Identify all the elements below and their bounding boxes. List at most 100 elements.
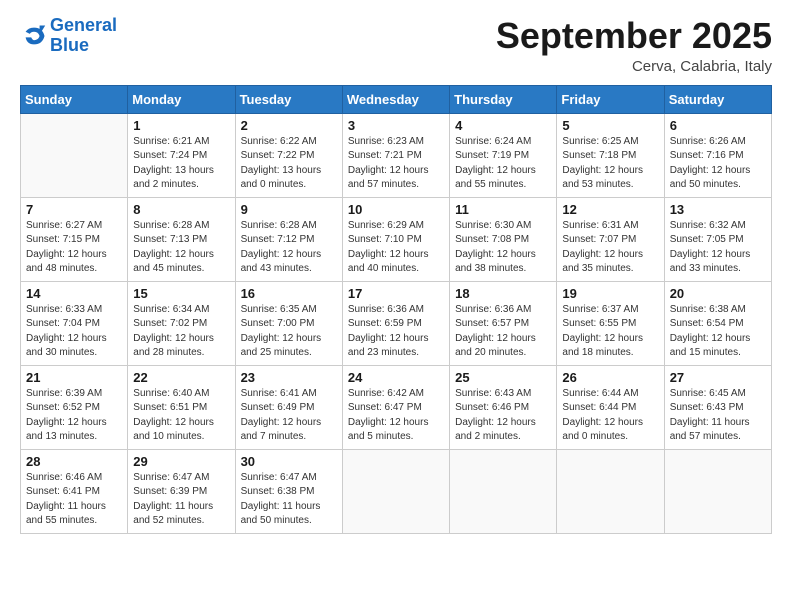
calendar-cell: 15 Sunrise: 6:34 AM Sunset: 7:02 PM Dayli… (128, 281, 235, 365)
calendar-table: SundayMondayTuesdayWednesdayThursdayFrid… (20, 85, 772, 534)
week-row-3: 21 Sunrise: 6:39 AM Sunset: 6:52 PM Dayli… (21, 365, 772, 449)
day-header-friday: Friday (557, 85, 664, 113)
day-info: Sunrise: 6:28 AM Sunset: 7:13 PM Dayligh… (133, 219, 229, 277)
calendar-cell: 24 Sunrise: 6:42 AM Sunset: 6:47 PM Dayli… (342, 365, 449, 449)
day-info: Sunrise: 6:32 AM Sunset: 7:05 PM Dayligh… (670, 219, 766, 277)
day-header-sunday: Sunday (21, 85, 128, 113)
day-info: Sunrise: 6:39 AM Sunset: 6:52 PM Dayligh… (26, 387, 122, 445)
day-info: Sunrise: 6:42 AM Sunset: 6:47 PM Dayligh… (348, 387, 444, 445)
day-info: Sunrise: 6:21 AM Sunset: 7:24 PM Dayligh… (133, 135, 229, 193)
logo: General Blue (20, 16, 117, 56)
day-number: 6 (670, 118, 766, 133)
day-number: 3 (348, 118, 444, 133)
calendar-cell: 7Sunrise: 6:27 AM Sunset: 7:15 PM Daylig… (21, 197, 128, 281)
logo-blue: Blue (50, 35, 89, 55)
day-info: Sunrise: 6:45 AM Sunset: 6:43 PM Dayligh… (670, 387, 766, 445)
calendar-cell: 23 Sunrise: 6:41 AM Sunset: 6:49 PM Dayli… (235, 365, 342, 449)
day-header-thursday: Thursday (450, 85, 557, 113)
day-number: 22 (133, 370, 229, 385)
calendar-cell: 28 Sunrise: 6:46 AM Sunset: 6:41 PM Dayli… (21, 449, 128, 533)
calendar-cell: 8Sunrise: 6:28 AM Sunset: 7:13 PM Daylig… (128, 197, 235, 281)
calendar-cell (557, 449, 664, 533)
calendar-cell: 26Sunrise: 6:44 AM Sunset: 6:44 PM Dayli… (557, 365, 664, 449)
day-info: Sunrise: 6:36 AM Sunset: 6:59 PM Dayligh… (348, 303, 444, 361)
title-block: September 2025 Cerva, Calabria, Italy (496, 16, 772, 75)
calendar-cell: 30 Sunrise: 6:47 AM Sunset: 6:38 PM Dayli… (235, 449, 342, 533)
day-number: 16 (241, 286, 337, 301)
day-info: Sunrise: 6:25 AM Sunset: 7:18 PM Dayligh… (562, 135, 658, 193)
calendar-cell: 18 Sunrise: 6:36 AM Sunset: 6:57 PM Dayli… (450, 281, 557, 365)
day-number: 30 (241, 454, 337, 469)
calendar-cell: 17 Sunrise: 6:36 AM Sunset: 6:59 PM Dayli… (342, 281, 449, 365)
calendar-cell: 25Sunrise: 6:43 AM Sunset: 6:46 PM Dayli… (450, 365, 557, 449)
day-info: Sunrise: 6:47 AM Sunset: 6:38 PM Dayligh… (241, 471, 337, 529)
month-title: September 2025 (496, 16, 772, 56)
day-number: 2 (241, 118, 337, 133)
day-header-monday: Monday (128, 85, 235, 113)
day-number: 5 (562, 118, 658, 133)
location: Cerva, Calabria, Italy (496, 58, 772, 75)
week-row-2: 14Sunrise: 6:33 AM Sunset: 7:04 PM Dayli… (21, 281, 772, 365)
day-info: Sunrise: 6:26 AM Sunset: 7:16 PM Dayligh… (670, 135, 766, 193)
week-row-0: 1Sunrise: 6:21 AM Sunset: 7:24 PM Daylig… (21, 113, 772, 197)
day-info: Sunrise: 6:30 AM Sunset: 7:08 PM Dayligh… (455, 219, 551, 277)
day-info: Sunrise: 6:23 AM Sunset: 7:21 PM Dayligh… (348, 135, 444, 193)
calendar-cell: 10 Sunrise: 6:29 AM Sunset: 7:10 PM Dayli… (342, 197, 449, 281)
logo-icon (20, 22, 48, 50)
day-number: 24 (348, 370, 444, 385)
week-row-1: 7Sunrise: 6:27 AM Sunset: 7:15 PM Daylig… (21, 197, 772, 281)
day-info: Sunrise: 6:28 AM Sunset: 7:12 PM Dayligh… (241, 219, 337, 277)
day-number: 10 (348, 202, 444, 217)
calendar-cell: 9Sunrise: 6:28 AM Sunset: 7:12 PM Daylig… (235, 197, 342, 281)
day-number: 14 (26, 286, 122, 301)
day-info: Sunrise: 6:31 AM Sunset: 7:07 PM Dayligh… (562, 219, 658, 277)
day-number: 21 (26, 370, 122, 385)
day-number: 20 (670, 286, 766, 301)
calendar-cell: 3 Sunrise: 6:23 AM Sunset: 7:21 PM Daylig… (342, 113, 449, 197)
day-number: 12 (562, 202, 658, 217)
calendar-cell: 16 Sunrise: 6:35 AM Sunset: 7:00 PM Dayli… (235, 281, 342, 365)
calendar-header-row: SundayMondayTuesdayWednesdayThursdayFrid… (21, 85, 772, 113)
day-number: 23 (241, 370, 337, 385)
calendar-cell: 14Sunrise: 6:33 AM Sunset: 7:04 PM Dayli… (21, 281, 128, 365)
calendar-cell: 12 Sunrise: 6:31 AM Sunset: 7:07 PM Dayli… (557, 197, 664, 281)
page: General Blue September 2025 Cerva, Calab… (0, 0, 792, 612)
day-number: 19 (562, 286, 658, 301)
day-info: Sunrise: 6:35 AM Sunset: 7:00 PM Dayligh… (241, 303, 337, 361)
calendar-cell: 11 Sunrise: 6:30 AM Sunset: 7:08 PM Dayli… (450, 197, 557, 281)
day-info: Sunrise: 6:44 AM Sunset: 6:44 PM Dayligh… (562, 387, 658, 445)
calendar-cell: 13Sunrise: 6:32 AM Sunset: 7:05 PM Dayli… (664, 197, 771, 281)
calendar-cell: 29 Sunrise: 6:47 AM Sunset: 6:39 PM Dayli… (128, 449, 235, 533)
day-number: 15 (133, 286, 229, 301)
day-info: Sunrise: 6:41 AM Sunset: 6:49 PM Dayligh… (241, 387, 337, 445)
day-number: 29 (133, 454, 229, 469)
day-number: 18 (455, 286, 551, 301)
day-info: Sunrise: 6:22 AM Sunset: 7:22 PM Dayligh… (241, 135, 337, 193)
day-info: Sunrise: 6:47 AM Sunset: 6:39 PM Dayligh… (133, 471, 229, 529)
day-info: Sunrise: 6:36 AM Sunset: 6:57 PM Dayligh… (455, 303, 551, 361)
header: General Blue September 2025 Cerva, Calab… (20, 16, 772, 75)
day-header-tuesday: Tuesday (235, 85, 342, 113)
day-number: 28 (26, 454, 122, 469)
day-info: Sunrise: 6:29 AM Sunset: 7:10 PM Dayligh… (348, 219, 444, 277)
calendar-cell: 20Sunrise: 6:38 AM Sunset: 6:54 PM Dayli… (664, 281, 771, 365)
calendar-cell: 19 Sunrise: 6:37 AM Sunset: 6:55 PM Dayli… (557, 281, 664, 365)
day-number: 27 (670, 370, 766, 385)
calendar-cell (450, 449, 557, 533)
day-info: Sunrise: 6:40 AM Sunset: 6:51 PM Dayligh… (133, 387, 229, 445)
calendar-cell (342, 449, 449, 533)
day-info: Sunrise: 6:46 AM Sunset: 6:41 PM Dayligh… (26, 471, 122, 529)
day-header-wednesday: Wednesday (342, 85, 449, 113)
logo-general: General (50, 15, 117, 35)
week-row-4: 28 Sunrise: 6:46 AM Sunset: 6:41 PM Dayli… (21, 449, 772, 533)
calendar-cell (664, 449, 771, 533)
calendar-cell: 22 Sunrise: 6:40 AM Sunset: 6:51 PM Dayli… (128, 365, 235, 449)
day-info: Sunrise: 6:34 AM Sunset: 7:02 PM Dayligh… (133, 303, 229, 361)
calendar-cell: 1Sunrise: 6:21 AM Sunset: 7:24 PM Daylig… (128, 113, 235, 197)
day-number: 17 (348, 286, 444, 301)
calendar-cell (21, 113, 128, 197)
day-header-saturday: Saturday (664, 85, 771, 113)
day-info: Sunrise: 6:37 AM Sunset: 6:55 PM Dayligh… (562, 303, 658, 361)
day-number: 11 (455, 202, 551, 217)
day-number: 7 (26, 202, 122, 217)
